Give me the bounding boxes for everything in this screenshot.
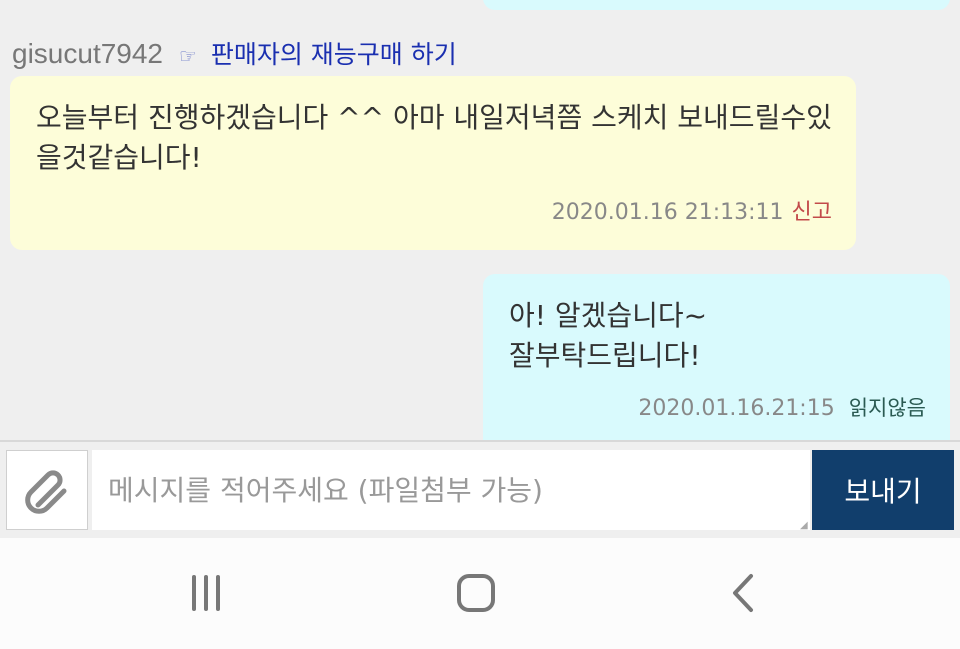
incoming-timestamp: 2020.01.16 21:13:11 bbox=[551, 200, 784, 225]
recent-apps-button[interactable] bbox=[176, 568, 236, 618]
seller-purchase-link[interactable]: 판매자의 재능구매 하기 bbox=[211, 40, 457, 69]
pointing-hand-icon: ☞ bbox=[178, 44, 197, 68]
incoming-message-meta: 2020.01.16 21:13:11 신고 bbox=[552, 194, 832, 226]
recent-apps-icon bbox=[192, 575, 220, 611]
paperclip-icon bbox=[25, 470, 67, 514]
read-status: 읽지않음 bbox=[848, 396, 926, 420]
back-button[interactable] bbox=[714, 568, 774, 618]
outgoing-timestamp: 2020.01.16.21:15 bbox=[638, 396, 835, 421]
message-composer: ◢ 보내기 bbox=[0, 440, 960, 538]
home-button[interactable] bbox=[446, 568, 506, 618]
system-navigation-bar bbox=[0, 538, 960, 649]
chat-thread: gisucut7942 ☞ 판매자의 재능구매 하기 오늘부터 진행하겠습니다 … bbox=[0, 0, 960, 440]
previous-outgoing-bubble bbox=[483, 0, 950, 10]
attach-file-button[interactable] bbox=[6, 450, 88, 530]
resize-grip-icon[interactable]: ◢ bbox=[800, 520, 808, 531]
incoming-message-text: 오늘부터 진행하겠습니다 ^^ 아마 내일저녁쯤 스케치 보내드릴수있을것같습니… bbox=[36, 101, 832, 174]
home-icon bbox=[457, 574, 495, 612]
sender-name: gisucut7942 bbox=[12, 38, 164, 69]
back-icon bbox=[733, 574, 753, 612]
outgoing-message-meta: 2020.01.16.21:15 읽지않음 bbox=[638, 392, 926, 422]
outgoing-message: 아! 알겠습니다~ 잘부탁드립니다! 2020.01.16.21:15 읽지않음 bbox=[483, 274, 950, 440]
message-input[interactable] bbox=[92, 450, 810, 530]
sender-header: gisucut7942 ☞ 판매자의 재능구매 하기 bbox=[12, 38, 457, 72]
outgoing-message-text: 아! 알겠습니다~ 잘부탁드립니다! bbox=[509, 299, 708, 372]
send-button[interactable]: 보내기 bbox=[812, 450, 954, 530]
report-link[interactable]: 신고 bbox=[792, 200, 832, 225]
incoming-message: 오늘부터 진행하겠습니다 ^^ 아마 내일저녁쯤 스케치 보내드릴수있을것같습니… bbox=[10, 76, 856, 250]
